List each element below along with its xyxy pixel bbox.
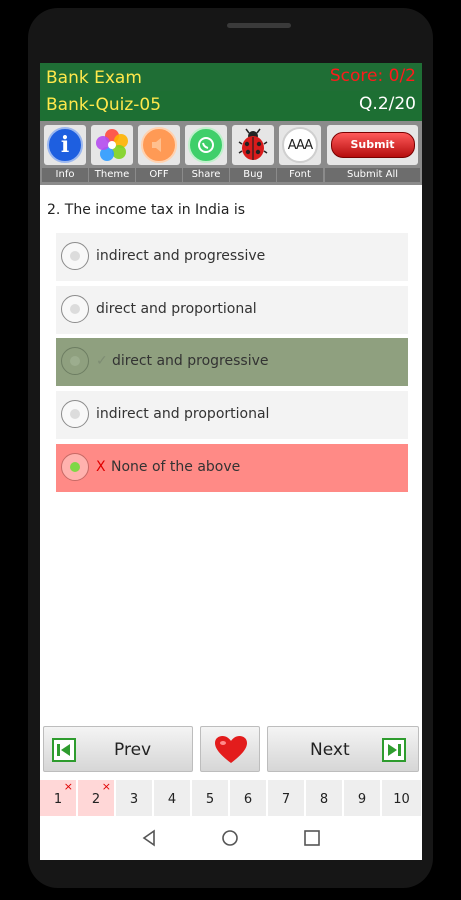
page-1[interactable]: 1 × (40, 780, 77, 816)
submit-pill-text: Submit (330, 132, 415, 158)
navigation-bar: Prev Next (40, 723, 422, 773)
checkmark-icon: ✓ (96, 353, 108, 369)
heart-icon (215, 736, 247, 763)
radio-button[interactable] (61, 400, 89, 428)
wrong-x-icon: × (101, 780, 111, 793)
option-2[interactable]: direct and proportional (56, 286, 408, 334)
prev-button[interactable]: Prev (43, 726, 193, 772)
whatsapp-icon (185, 125, 227, 165)
score-text: Score: 0/2 (329, 66, 416, 86)
page-4[interactable]: 4 (154, 780, 191, 816)
page-6[interactable]: 6 (230, 780, 267, 816)
info-label: Info (42, 168, 88, 182)
header-bar: Bank Exam Score: 0/2 (40, 63, 422, 91)
page-10[interactable]: 10 (382, 780, 422, 816)
prev-label: Prev (114, 740, 152, 760)
submit-pill-icon: Submit (327, 125, 418, 165)
skip-forward-icon (382, 738, 406, 762)
info-button[interactable]: i Info (42, 123, 88, 182)
system-nav-bar (40, 816, 422, 860)
home-icon[interactable] (221, 829, 239, 847)
back-icon[interactable] (140, 829, 158, 847)
page-number: 1 (53, 792, 63, 807)
font-size-button[interactable]: AAA Font (277, 123, 323, 182)
question-text: 2. The income tax in India is (47, 202, 246, 218)
option-5-selected-wrong[interactable]: X None of the above (56, 444, 408, 492)
page-number: 3 (129, 792, 139, 807)
ladybug-icon (232, 125, 274, 165)
page-number: 5 (205, 792, 215, 807)
recents-icon[interactable] (303, 829, 321, 847)
page-number: 9 (357, 792, 367, 807)
font-size-icon: AAA (279, 125, 321, 165)
theme-button[interactable]: Theme (89, 123, 135, 182)
submit-all-button[interactable]: Submit Submit All (325, 123, 420, 182)
toolbar: i Info Theme OFF Share Bug AAA Font Subm… (40, 121, 422, 185)
page-2[interactable]: 2 × (78, 780, 115, 816)
radio-button[interactable] (61, 347, 89, 375)
sound-toggle-button[interactable]: OFF (136, 123, 182, 182)
radio-button[interactable] (61, 242, 89, 270)
font-label: Font (277, 168, 323, 182)
theme-label: Theme (89, 168, 135, 182)
font-icon-text: AAA (287, 137, 313, 153)
phone-speaker (227, 23, 291, 28)
favorite-button[interactable] (200, 726, 260, 772)
page-3[interactable]: 3 (116, 780, 153, 816)
quiz-name: Bank-Quiz-05 (46, 95, 162, 115)
wrong-mark-icon: X (96, 459, 106, 475)
option-4[interactable]: indirect and proportional (56, 391, 408, 439)
sound-label: OFF (136, 168, 182, 182)
option-1[interactable]: indirect and progressive (56, 233, 408, 281)
page-number: 4 (167, 792, 177, 807)
bug-report-button[interactable]: Bug (230, 123, 276, 182)
option-text: indirect and progressive (96, 248, 266, 264)
theme-flower-icon (91, 125, 133, 165)
share-label: Share (183, 168, 229, 182)
next-button[interactable]: Next (267, 726, 419, 772)
page-9[interactable]: 9 (344, 780, 381, 816)
option-text: indirect and proportional (96, 406, 270, 422)
page-number: 7 (281, 792, 291, 807)
page-7[interactable]: 7 (268, 780, 305, 816)
page-number: 2 (91, 792, 101, 807)
info-icon: i (44, 125, 86, 165)
share-button[interactable]: Share (183, 123, 229, 182)
option-3-correct[interactable]: ✓ direct and progressive (56, 338, 408, 386)
page-number: 8 (319, 792, 329, 807)
radio-button-selected[interactable] (61, 453, 89, 481)
submit-all-label: Submit All (325, 168, 420, 182)
question-counter: Q.2/20 (359, 94, 416, 114)
page-8[interactable]: 8 (306, 780, 343, 816)
speaker-icon (138, 125, 180, 165)
bug-label: Bug (230, 168, 276, 182)
question-page-strip: 1 × 2 × 3 4 5 6 7 8 9 10 (40, 778, 422, 816)
radio-button[interactable] (61, 295, 89, 323)
next-label: Next (310, 740, 350, 760)
quiz-bar: Bank-Quiz-05 Q.2/20 (40, 91, 422, 121)
wrong-x-icon: × (63, 780, 73, 793)
app-title: Bank Exam (46, 68, 142, 88)
option-text: direct and proportional (96, 301, 257, 317)
option-text: None of the above (111, 459, 241, 475)
page-5[interactable]: 5 (192, 780, 229, 816)
page-number: 6 (243, 792, 253, 807)
option-text: direct and progressive (112, 353, 269, 369)
page-number: 10 (393, 792, 410, 807)
skip-back-icon (52, 738, 76, 762)
app-screen: Bank Exam Score: 0/2 Bank-Quiz-05 Q.2/20… (40, 63, 422, 860)
